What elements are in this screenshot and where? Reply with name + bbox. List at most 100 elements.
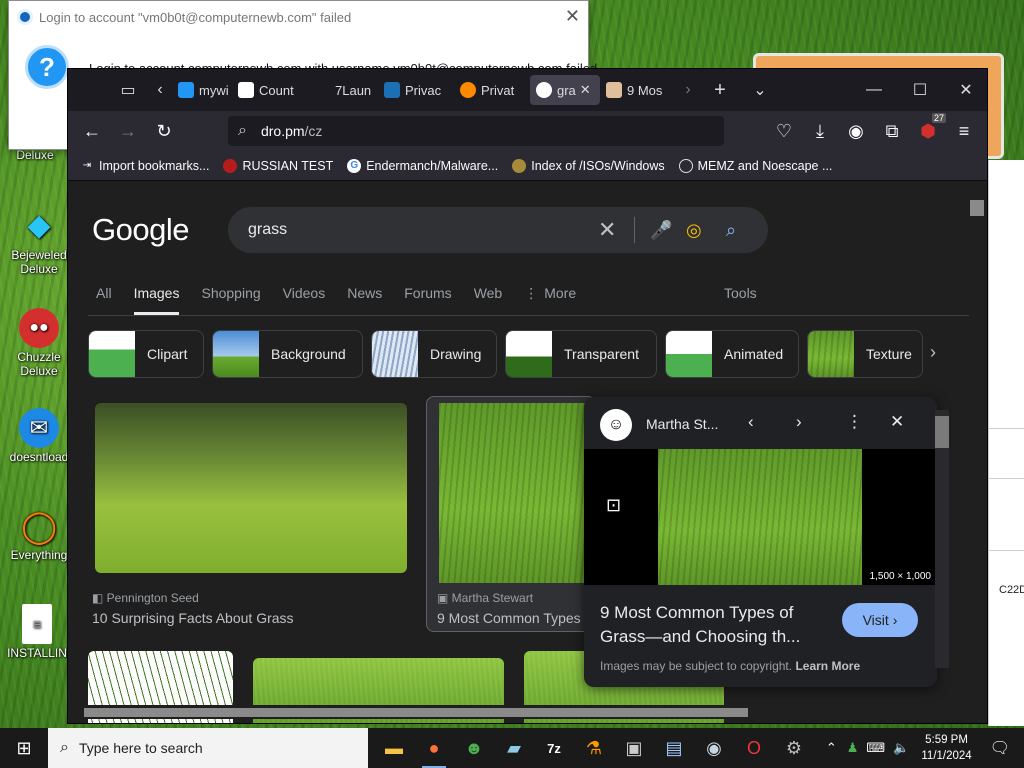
tab-mywi[interactable]: mywi — [172, 75, 232, 105]
forward-icon[interactable]: → — [110, 116, 146, 146]
preview-image[interactable] — [658, 449, 862, 585]
tab-7laun[interactable]: 7Laun — [308, 75, 378, 105]
tab-9-most[interactable]: 9 Mos — [600, 75, 676, 105]
result-image[interactable] — [439, 403, 597, 583]
chip-drawing[interactable]: Drawing — [371, 330, 497, 378]
volume-icon[interactable]: 🔈 — [893, 740, 909, 756]
bookmark-isos[interactable]: Index of /ISOs/Windows — [512, 158, 665, 173]
tab-all[interactable]: All — [96, 285, 112, 315]
horizontal-scrollbar[interactable] — [68, 705, 970, 719]
back-icon[interactable]: ← — [74, 116, 110, 146]
pocket-icon[interactable]: ♡ — [766, 116, 802, 146]
lens-icon[interactable]: ⊡ — [606, 495, 621, 516]
people-tray-icon[interactable]: ♟ — [847, 740, 859, 756]
ublock-icon[interactable]: ⬢ 27 — [910, 113, 946, 146]
terminal-icon[interactable]: ▣ — [614, 728, 654, 768]
chip-clipart[interactable]: Clipart — [88, 330, 204, 378]
desktop-icon-everything[interactable]: ◯ Everything — [8, 506, 70, 562]
search-input[interactable]: grass ✕ 🎤 ◎ ⌕ — [228, 207, 768, 253]
list-tabs-icon[interactable]: ⌄ — [740, 80, 780, 100]
new-tab-icon[interactable]: + — [700, 79, 740, 102]
tab-privac[interactable]: Privac — [378, 75, 454, 105]
learn-more-link[interactable]: Learn More — [795, 659, 860, 673]
bookmark-endermanch[interactable]: G Endermanch/Malware... — [347, 158, 498, 173]
page-scrollbar[interactable] — [970, 182, 984, 712]
image-result-selected[interactable]: ▣ Martha Stewart 9 Most Common Types of … — [426, 396, 597, 632]
desktop-icon-bejeweled-2[interactable]: ◆ Bejeweled Deluxe — [8, 206, 70, 277]
file-explorer-icon[interactable]: ▬ — [374, 728, 414, 768]
account-icon[interactable]: ◉ — [838, 116, 874, 146]
background-window-right[interactable]: C22D — [988, 160, 1024, 726]
chip-animated[interactable]: Animated — [665, 330, 799, 378]
extensions-icon[interactable]: ⧉ — [874, 116, 910, 146]
tab-scroll-right-icon[interactable]: › — [676, 81, 700, 99]
firefox-window[interactable]: ▭ ‹ mywi Count 7Laun Privac Privat gra ✕ … — [67, 68, 988, 724]
7zip-icon[interactable]: 7z — [534, 728, 574, 768]
preview-scrollbar[interactable] — [935, 410, 949, 668]
chevron-left-icon[interactable]: ‹ — [748, 412, 754, 432]
clock[interactable]: 5:59 PM 11/1/2024 — [921, 732, 971, 764]
url-bar[interactable]: ⌕ dro.pm/cz — [228, 116, 724, 146]
menu-icon[interactable]: ≡ — [946, 116, 982, 146]
chevron-right-icon[interactable]: › — [796, 412, 802, 432]
result-source[interactable]: ◧ Pennington Seed — [92, 591, 199, 605]
firefox-icon[interactable]: ● — [414, 728, 454, 768]
desktop-icon-installin[interactable]: ≡ INSTALLIN — [6, 604, 68, 660]
minimize-icon[interactable]: — — [851, 69, 897, 111]
tab-news[interactable]: News — [347, 285, 382, 315]
bookmark-russian-test[interactable]: RUSSIAN TEST — [223, 158, 333, 173]
tab-close-icon[interactable]: ✕ — [580, 82, 591, 98]
notification-icon[interactable]: 🗨 — [990, 738, 1010, 758]
tab-count[interactable]: Count — [232, 75, 308, 105]
steam-icon[interactable]: ◉ — [694, 728, 734, 768]
search-icon[interactable]: ⌕ — [726, 220, 736, 241]
tab-scroll-left-icon[interactable]: ‹ — [148, 81, 172, 99]
tab-shopping[interactable]: Shopping — [201, 285, 260, 315]
chevron-up-icon[interactable]: ⌃ — [826, 740, 837, 756]
chip-background[interactable]: Background — [212, 330, 363, 378]
preview-source[interactable]: Martha St... — [646, 416, 718, 432]
windows-start-icon[interactable]: ⊞ — [0, 728, 48, 768]
close-icon[interactable]: ✕ — [565, 6, 580, 27]
flask-icon[interactable]: ⚗ — [574, 728, 614, 768]
bookmark-import[interactable]: ⇥ Import bookmarks... — [80, 159, 210, 173]
clear-icon[interactable]: ✕ — [598, 217, 616, 243]
result-title[interactable]: 9 Most Common Types of Grass — [437, 610, 587, 626]
image-preview-panel[interactable]: ☺ Martha St... ‹ › ⋮ ✕ ⊡ 1,500 × 1,000 9… — [584, 397, 937, 687]
preview-scrollbar-thumb[interactable] — [935, 416, 949, 448]
more-vert-icon[interactable]: ⋮ — [846, 412, 863, 432]
opera-icon[interactable]: O — [734, 728, 774, 768]
tools-button[interactable]: Tools — [724, 285, 757, 301]
taskbar-search[interactable]: ⌕ Type here to search — [48, 728, 368, 768]
page-scrollbar-thumb[interactable] — [970, 200, 984, 216]
desktop-icon-doesntload[interactable]: ✉ doesntload — [8, 408, 70, 464]
notepad-icon[interactable]: ▰ — [494, 728, 534, 768]
tab-web[interactable]: Web — [474, 285, 503, 315]
tab-grass-active[interactable]: gra ✕ — [530, 75, 600, 105]
microphone-icon[interactable]: 🎤 — [650, 220, 672, 241]
network-icon[interactable]: ⌨ — [866, 740, 885, 756]
tab-forums[interactable]: Forums — [404, 285, 451, 315]
bookmark-memz[interactable]: MEMZ and Noescape ... — [678, 158, 832, 173]
tab-more[interactable]: ⋮ More — [524, 285, 576, 315]
close-window-icon[interactable]: ✕ — [943, 69, 987, 111]
firefox-view-icon[interactable]: ▭ — [108, 80, 148, 100]
image-result[interactable]: ◧ Pennington Seed 10 Surprising Facts Ab… — [88, 403, 414, 626]
chip-transparent[interactable]: Transparent — [505, 330, 657, 378]
reload-icon[interactable]: ↻ — [146, 116, 182, 146]
result-image[interactable] — [95, 403, 407, 573]
chevron-right-icon[interactable]: › — [930, 342, 936, 363]
downloads-icon[interactable]: ⤓ — [802, 116, 838, 146]
tab-images[interactable]: Images — [133, 285, 180, 315]
monitor-icon[interactable]: ▤ — [654, 728, 694, 768]
google-logo[interactable]: Google — [92, 212, 189, 248]
bug-icon[interactable]: ⚙ — [774, 728, 814, 768]
tab-videos[interactable]: Videos — [283, 285, 326, 315]
chip-texture[interactable]: Texture — [807, 330, 923, 378]
close-icon[interactable]: ✕ — [890, 412, 904, 432]
visit-button[interactable]: Visit › — [842, 603, 918, 637]
lens-icon[interactable]: ◎ — [686, 220, 702, 241]
maximize-icon[interactable]: ☐ — [897, 69, 943, 111]
people-icon[interactable]: ☻ — [454, 728, 494, 768]
result-source[interactable]: ▣ Martha Stewart — [437, 591, 533, 605]
